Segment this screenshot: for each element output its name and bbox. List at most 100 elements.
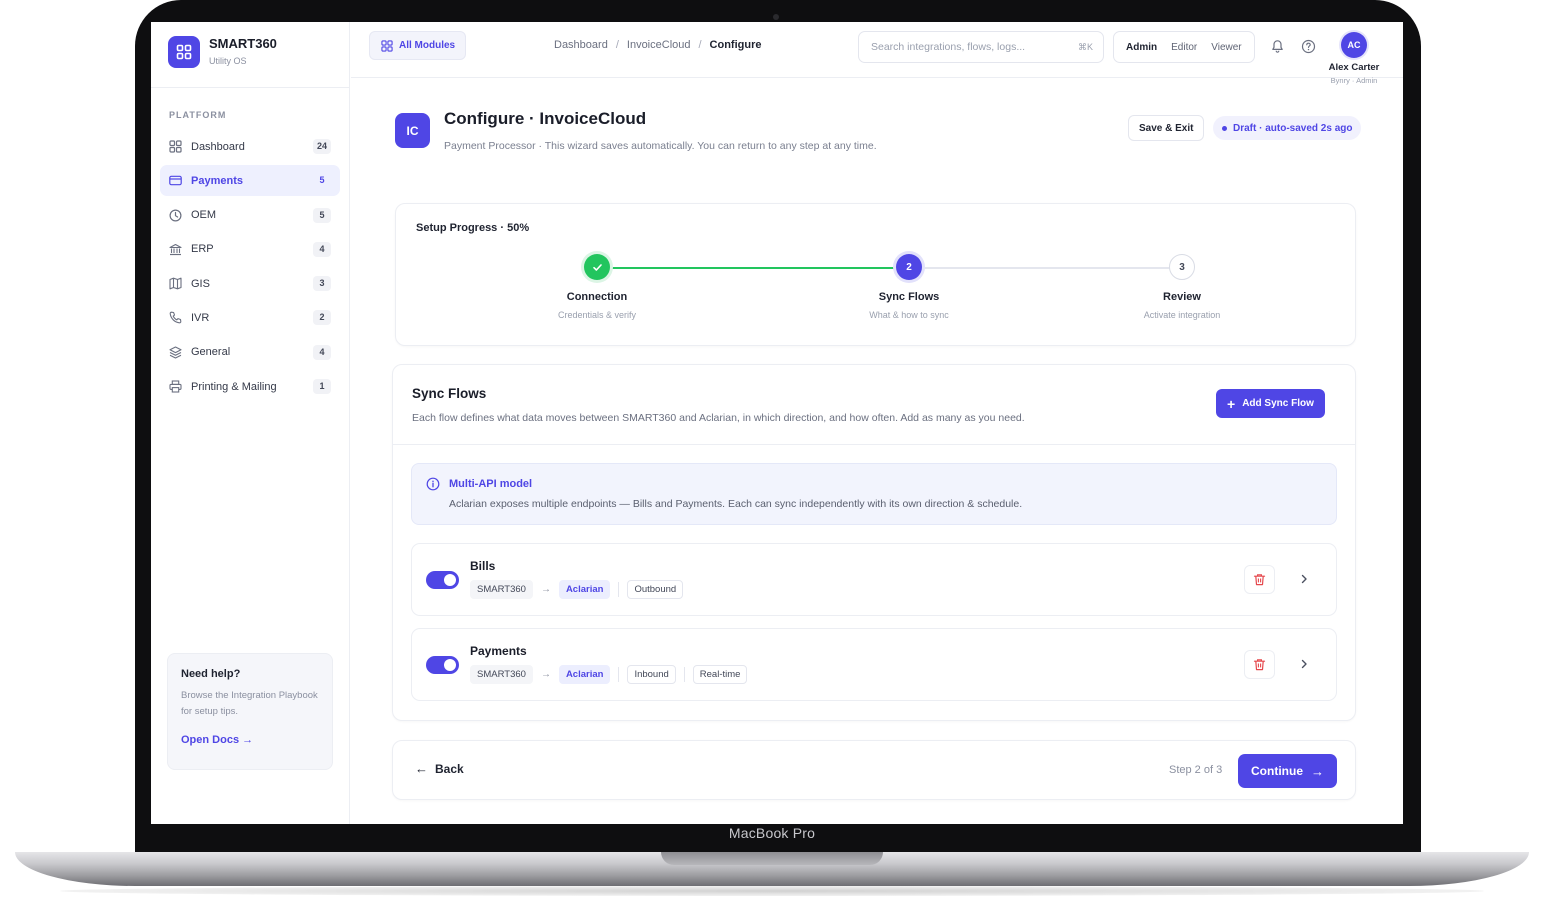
sidebar-item-count: 4 xyxy=(313,344,331,360)
sidebar-item-payments[interactable]: Payments 5 xyxy=(160,165,340,197)
delete-flow-button[interactable] xyxy=(1244,650,1275,679)
flow-name: Bills xyxy=(470,559,496,573)
sidebar-item-count: 5 xyxy=(319,175,325,186)
sync-flow-row-payments[interactable]: Payments SMART360 → Aclarian Inbound Rea… xyxy=(411,628,1337,701)
map-icon xyxy=(169,277,182,290)
search-box: ⌘K xyxy=(858,31,1104,63)
grid-icon xyxy=(380,39,393,52)
sidebar-item-oem[interactable]: OEM 5 xyxy=(160,200,340,231)
role-viewer[interactable]: Viewer xyxy=(1204,42,1248,53)
save-exit-button[interactable]: Save & Exit xyxy=(1128,115,1205,141)
flow-enabled-toggle[interactable] xyxy=(426,571,459,589)
flow-enabled-toggle[interactable] xyxy=(426,656,459,674)
tag-divider xyxy=(683,667,685,682)
flow-source-tag: SMART360 xyxy=(470,665,533,684)
back-button[interactable]: ← Back xyxy=(415,761,464,776)
app-subtitle: Utility OS xyxy=(209,56,247,66)
breadcrumb-item-dashboard[interactable]: Dashboard xyxy=(554,39,608,51)
role-admin[interactable]: Admin xyxy=(1119,42,1164,53)
arrow-right-icon: → xyxy=(540,584,551,595)
expand-flow-button[interactable] xyxy=(1296,656,1312,672)
step-2-indicator[interactable]: 2 xyxy=(896,254,922,280)
sidebar-item-label: Dashboard xyxy=(191,140,245,153)
plus-icon: + xyxy=(1227,395,1236,412)
step-2-desc: What & how to sync xyxy=(869,310,949,320)
sidebar-item-label: General xyxy=(191,346,231,359)
app-logo[interactable] xyxy=(168,36,200,68)
breadcrumb-item-configure: Configure xyxy=(709,39,762,51)
sidebar-item-label: GIS xyxy=(191,277,210,290)
laptop-notch xyxy=(661,852,883,865)
screen: SMART360 Utility OS PLATFORM Dashboard 2… xyxy=(151,22,1403,824)
back-label: Back xyxy=(435,761,464,776)
breadcrumb-item-invoicecloud[interactable]: InvoiceCloud xyxy=(627,39,691,51)
sidebar: SMART360 Utility OS PLATFORM Dashboard 2… xyxy=(151,22,350,824)
sidebar-item-printing-mailing[interactable]: Printing & Mailing 1 xyxy=(160,371,340,402)
status-dot xyxy=(1222,125,1227,131)
wizard-footer: ← Back Step 2 of 3 Continue → xyxy=(392,740,1356,800)
continue-button[interactable]: Continue → xyxy=(1238,754,1337,788)
sidebar-item-count: 4 xyxy=(313,241,331,257)
phone-icon xyxy=(169,311,182,324)
all-modules-label: All Modules xyxy=(399,40,456,51)
sidebar-item-ivr[interactable]: IVR 2 xyxy=(160,302,340,333)
search-input[interactable] xyxy=(871,41,1071,53)
sync-flow-row-bills[interactable]: Bills SMART360 → Aclarian Outbound xyxy=(411,543,1337,616)
sync-flows-description: Each flow defines what data moves betwee… xyxy=(412,412,1025,424)
sidebar-item-label: Payments xyxy=(191,174,243,187)
delete-flow-button[interactable] xyxy=(1244,565,1275,594)
setup-progress-card: Setup Progress · 50% Connection Credenti… xyxy=(395,203,1356,346)
sidebar-item-label: OEM xyxy=(191,209,217,222)
app-name: SMART360 xyxy=(209,36,277,51)
step-1-desc: Credentials & verify xyxy=(557,310,637,320)
step-3-name: Review xyxy=(1163,291,1201,303)
role-switcher: Admin Editor Viewer xyxy=(1113,31,1255,63)
multi-api-info-box: Multi-API model Aclarian exposes multipl… xyxy=(411,463,1337,525)
step-1-name: Connection xyxy=(566,291,628,303)
flow-direction-tag: Outbound xyxy=(627,580,684,599)
bell-icon[interactable] xyxy=(1270,39,1285,54)
sidebar-item-count: 3 xyxy=(313,276,331,292)
add-sync-flow-button[interactable]: + Add Sync Flow xyxy=(1216,389,1325,418)
sidebar-item-label: ERP xyxy=(191,243,214,256)
step-1-indicator[interactable] xyxy=(584,254,610,280)
arrow-right-icon: → xyxy=(540,669,551,680)
sidebar-item-general[interactable]: General 4 xyxy=(160,337,340,368)
info-text: Aclarian exposes multiple endpoints — Bi… xyxy=(449,498,1023,510)
bank-icon xyxy=(169,243,182,256)
camera-dot xyxy=(773,14,779,20)
step-2-name: Sync Flows xyxy=(878,291,940,303)
page-subtitle: Payment Processor · This wizard saves au… xyxy=(444,140,877,152)
sidebar-item-label: IVR xyxy=(191,311,210,324)
role-editor[interactable]: Editor xyxy=(1164,42,1204,53)
info-title: Multi-API model xyxy=(449,478,533,490)
breadcrumb-separator: / xyxy=(698,39,702,51)
flow-name: Payments xyxy=(470,644,527,658)
progress-line-complete xyxy=(610,267,910,269)
flow-target-tag: Aclarian xyxy=(558,580,611,599)
help-icon[interactable] xyxy=(1301,39,1316,54)
help-text: Browse the Integration Playbook for setu… xyxy=(181,690,318,717)
credit-card-icon xyxy=(169,174,182,187)
all-modules-button[interactable]: All Modules xyxy=(369,31,467,60)
avatar[interactable]: AC xyxy=(1341,32,1367,58)
sidebar-divider xyxy=(151,87,350,88)
sidebar-item-dashboard[interactable]: Dashboard 24 xyxy=(160,131,340,162)
continue-label: Continue xyxy=(1251,764,1303,778)
step-3-indicator[interactable]: 3 xyxy=(1169,254,1195,280)
expand-flow-button[interactable] xyxy=(1296,571,1312,587)
breadcrumb-separator: / xyxy=(615,39,619,51)
sidebar-item-gis[interactable]: GIS 3 xyxy=(160,268,340,299)
open-docs-link[interactable]: Open Docs → xyxy=(181,734,253,746)
tag-divider xyxy=(618,667,620,682)
sidebar-item-erp[interactable]: ERP 4 xyxy=(160,234,340,265)
flow-target-tag: Aclarian xyxy=(558,665,611,684)
printer-icon xyxy=(169,380,182,393)
laptop-shadow xyxy=(60,886,1484,896)
device-brand-label: MacBook Pro xyxy=(728,825,816,841)
progress-title: Setup Progress · 50% xyxy=(416,222,530,234)
progress-line-pending xyxy=(922,267,1182,269)
draft-status-text: Draft · auto-saved 2s ago xyxy=(1233,122,1353,134)
main-content: IC Configure · InvoiceCloud Payment Proc… xyxy=(351,79,1403,824)
search-shortcut: ⌘K xyxy=(1077,42,1093,52)
